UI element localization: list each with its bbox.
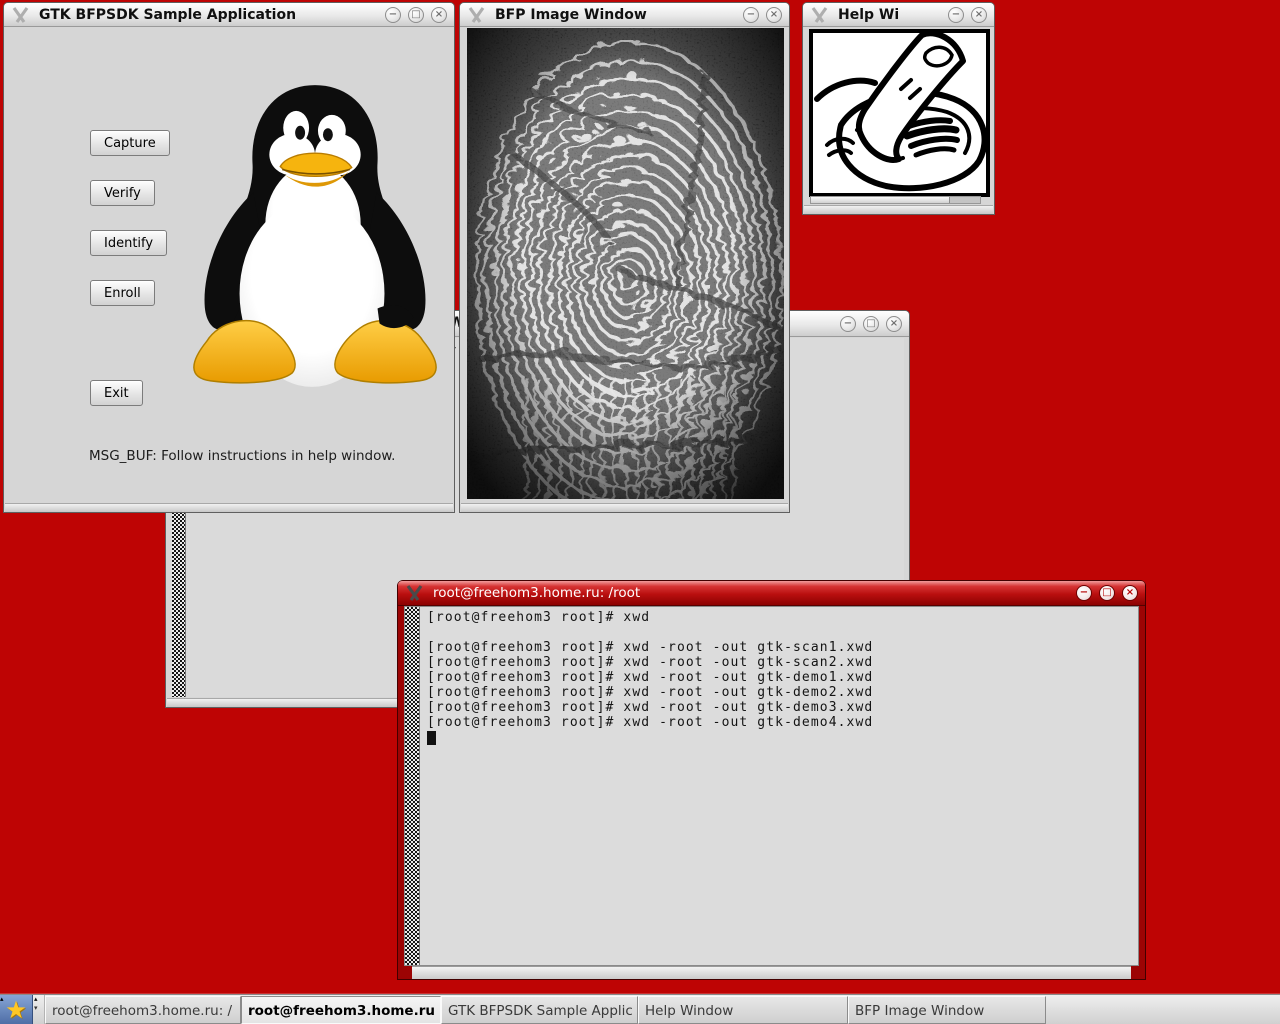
window-title: BFP Image Window xyxy=(495,6,647,23)
terminal-line: [root@freehom3 root]# xwd -root -out gtk… xyxy=(427,655,874,670)
minimize-button[interactable]: − xyxy=(948,6,964,23)
x11-icon xyxy=(468,6,485,23)
close-button[interactable]: × xyxy=(971,6,987,23)
action-button[interactable]: Identify xyxy=(90,230,168,256)
launcher-button[interactable]: ★ xyxy=(0,995,33,1024)
terminal-body[interactable]: [root@freehom3 root]# xwd [root@freehom3… xyxy=(404,606,1139,966)
x11-icon xyxy=(406,585,423,601)
minimize-button[interactable]: − xyxy=(385,6,401,23)
horizontal-scrollbar[interactable] xyxy=(810,196,981,204)
task-label: GTK BFPSDK Sample Applic xyxy=(448,1003,633,1019)
terminal-line: [root@freehom3 root]# xwd xyxy=(427,610,651,625)
window-app[interactable]: GTK BFPSDK Sample Application − □ × Capt… xyxy=(3,2,455,513)
minimize-button[interactable]: − xyxy=(1076,585,1092,601)
window-help[interactable]: Help Wi − × xyxy=(802,2,995,215)
task-label: root@freehom3.home.ru xyxy=(248,1003,435,1019)
exit-button[interactable]: Exit xyxy=(90,380,143,406)
panel-arrow-icon[interactable]: ▴ xyxy=(0,995,4,1003)
x11-icon xyxy=(12,6,29,23)
titlebar-terminal[interactable]: root@freehom3.home.ru: /root − □ × xyxy=(398,581,1145,606)
task-label: root@freehom3.home.ru: / xyxy=(52,1003,233,1019)
taskbar-task[interactable]: root@freehom3.home.ru xyxy=(241,996,441,1024)
status-message: MSG_BUF: Follow instructions in help win… xyxy=(89,448,396,464)
window-title: root@freehom3.home.ru: /root xyxy=(433,585,641,601)
close-button[interactable]: × xyxy=(1122,585,1138,601)
terminal-line: [root@freehom3 root]# xwd -root -out gtk… xyxy=(427,670,874,685)
arrow-down-icon[interactable]: ▾ xyxy=(34,1004,38,1012)
terminal-line: [root@freehom3 root]# xwd -root -out gtk… xyxy=(427,700,874,715)
scrollbar-thumb[interactable] xyxy=(811,197,950,203)
taskbar: ▴ ★ ▴ ▾ root@freehom3.home.ru: / root@fr… xyxy=(0,995,1280,1024)
action-button[interactable]: Verify xyxy=(90,180,155,206)
close-button[interactable]: × xyxy=(431,6,447,23)
taskbar-task[interactable]: BFP Image Window xyxy=(848,996,1046,1024)
taskbar-task[interactable]: GTK BFPSDK Sample Applic xyxy=(441,996,638,1024)
fingerprint-image xyxy=(467,28,784,499)
window-terminal[interactable]: root@freehom3.home.ru: /root − □ × [root… xyxy=(397,580,1146,980)
star-icon: ★ xyxy=(5,995,27,1024)
terminal-line: [root@freehom3 root]# xwd -root -out gtk… xyxy=(427,640,874,655)
titlebar-help[interactable]: Help Wi − × xyxy=(803,3,994,27)
maximize-button[interactable]: □ xyxy=(408,6,424,23)
window-title: Help Wi xyxy=(838,6,900,23)
action-buttons: Capture Verify Identify Enroll xyxy=(90,130,170,306)
task-label: BFP Image Window xyxy=(855,1003,985,1019)
terminal-scrollbar[interactable] xyxy=(405,607,420,965)
terminal-line: [root@freehom3 root]# xwd -root -out gtk… xyxy=(427,715,874,730)
terminal-lines: [root@freehom3 root]# xwd [root@freehom3… xyxy=(427,610,1133,730)
maximize-button[interactable]: □ xyxy=(863,315,879,332)
minimize-button[interactable]: − xyxy=(840,315,856,332)
window-bfp-image[interactable]: BFP Image Window − × xyxy=(459,2,790,513)
window-title: GTK BFPSDK Sample Application xyxy=(39,6,297,23)
taskbar-task[interactable]: root@freehom3.home.ru: / xyxy=(45,996,241,1024)
titlebar-app[interactable]: GTK BFPSDK Sample Application − □ × xyxy=(4,3,454,27)
terminal-line: [root@freehom3 root]# xwd -root -out gtk… xyxy=(427,685,874,700)
action-button[interactable]: Capture xyxy=(90,130,170,156)
task-scroll-strip[interactable]: ▴ ▾ xyxy=(33,995,45,1024)
x11-icon xyxy=(811,6,828,23)
terminal-output[interactable]: [root@freehom3 root]# xwd [root@freehom3… xyxy=(421,607,1137,964)
terminal-cursor xyxy=(427,731,436,745)
maximize-button[interactable]: □ xyxy=(1099,585,1115,601)
minimize-button[interactable]: − xyxy=(743,6,759,23)
taskbar-tasks: root@freehom3.home.ru: / root@freehom3.h… xyxy=(45,995,1046,1024)
task-label: Help Window xyxy=(645,1003,734,1019)
close-button[interactable]: × xyxy=(886,315,902,332)
finger-illustration xyxy=(809,29,990,197)
arrow-up-icon[interactable]: ▴ xyxy=(34,995,38,1003)
close-button[interactable]: × xyxy=(766,6,782,23)
tux-penguin-icon xyxy=(193,85,437,387)
taskbar-task[interactable]: Help Window xyxy=(638,996,848,1024)
titlebar-bfp[interactable]: BFP Image Window − × xyxy=(460,3,789,27)
desktop: W − □ × /) root@freehom3.home.ru: /root … xyxy=(0,0,1280,1024)
action-button[interactable]: Enroll xyxy=(90,280,155,306)
